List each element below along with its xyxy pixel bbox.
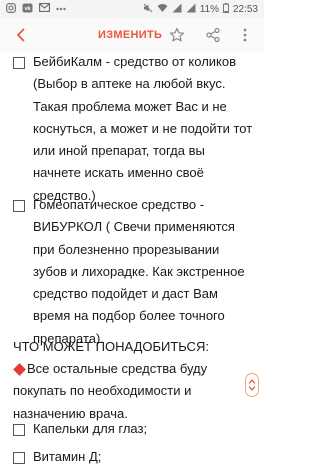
mail-icon bbox=[39, 3, 50, 15]
battery-icon bbox=[222, 2, 229, 16]
more-vertical-icon bbox=[243, 28, 247, 42]
wifi-icon bbox=[157, 3, 168, 16]
checklist-item-text[interactable]: Гомеопатическое средство - ВИБУРКОЛ ( Св… bbox=[33, 194, 255, 350]
section-title[interactable]: ЧТО МОЖЕТ ПОНАДОБИТЬСЯ: bbox=[13, 336, 253, 358]
edit-button[interactable]: ИЗМЕНИТЬ bbox=[98, 18, 162, 52]
notification-icons: vk bbox=[6, 2, 143, 16]
checkbox[interactable] bbox=[13, 424, 25, 436]
share-button[interactable] bbox=[202, 24, 224, 46]
scroll-arrows-icon bbox=[248, 379, 256, 391]
note-paragraph[interactable]: Все остальные средства буду покупать по … bbox=[13, 358, 253, 425]
checkbox[interactable] bbox=[13, 200, 25, 212]
favorite-button[interactable] bbox=[166, 24, 188, 46]
checklist-item-text[interactable]: Капельки для глаз; bbox=[33, 418, 255, 440]
signal-icon-2 bbox=[186, 3, 196, 16]
scroll-handle[interactable] bbox=[245, 373, 259, 397]
note-paragraph-text: Все остальные средства буду покупать по … bbox=[13, 361, 208, 421]
toolbar: ИЗМЕНИТЬ bbox=[0, 18, 264, 52]
note-content[interactable]: БейбиКалм - средство от коликов (Выбор в… bbox=[0, 52, 264, 469]
red-diamond-icon bbox=[13, 362, 26, 376]
system-icons: 11% 22:53 bbox=[143, 2, 258, 16]
mute-icon bbox=[143, 3, 153, 16]
share-icon bbox=[206, 27, 220, 43]
more-icon bbox=[56, 4, 66, 14]
checklist-item-text[interactable]: Витамин Д; bbox=[33, 446, 255, 468]
checkbox[interactable] bbox=[13, 57, 25, 69]
instagram-icon bbox=[6, 2, 16, 16]
battery-percent: 11% bbox=[199, 3, 219, 15]
star-icon bbox=[169, 27, 185, 42]
checkbox[interactable] bbox=[13, 452, 25, 464]
checklist-item-text[interactable]: БейбиКалм - средство от коликов (Выбор в… bbox=[33, 52, 255, 207]
status-bar: vk 11% 22:53 bbox=[0, 0, 264, 18]
signal-icon-1 bbox=[172, 3, 182, 16]
clock: 22:53 bbox=[232, 3, 258, 15]
back-button[interactable] bbox=[10, 24, 32, 46]
chevron-left-icon bbox=[17, 28, 25, 42]
vk-icon: vk bbox=[22, 3, 33, 16]
more-options-button[interactable] bbox=[234, 24, 256, 46]
svg-text:vk: vk bbox=[24, 6, 31, 12]
